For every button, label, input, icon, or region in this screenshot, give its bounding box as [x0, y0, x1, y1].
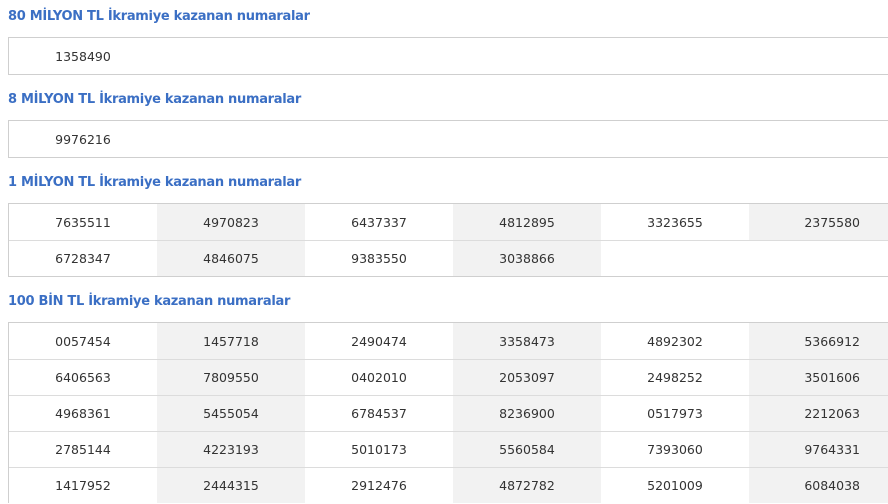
winning-number: 4872782	[453, 468, 601, 503]
winning-number: 0057454	[55, 333, 111, 349]
section-80-milyon: 80 MİLYON TL İkramiye kazanan numaralar …	[8, 8, 888, 75]
winning-number: 6728347	[55, 251, 111, 266]
winning-number: 6084038	[749, 468, 888, 503]
table-row: 2785144 4223193 5010173 5560584 7393060 …	[9, 431, 888, 467]
section-title: 1 MİLYON TL İkramiye kazanan numaralar	[8, 175, 301, 190]
section-1-milyon: 1 MİLYON TL İkramiye kazanan numaralar 7…	[8, 174, 888, 277]
winning-number: 5366912	[749, 323, 888, 359]
winning-number: 0402010	[351, 370, 407, 385]
winning-number: 1417952	[55, 478, 111, 493]
winning-number: 7809550	[157, 360, 305, 395]
section-100-bin: 100 BİN TL İkramiye kazanan numaralar 00…	[8, 293, 888, 503]
table-row: 6728347 4846075 9383550 3038866	[9, 240, 888, 276]
section-title: 8 MİLYON TL İkramiye kazanan numaralar	[8, 92, 301, 107]
winning-number: 1457718	[157, 323, 305, 359]
winning-number: 0517973	[647, 406, 703, 421]
winning-number: 2212063	[749, 396, 888, 431]
section-title: 80 MİLYON TL İkramiye kazanan numaralar	[8, 9, 310, 24]
winning-number: 2490474	[351, 333, 407, 349]
winning-number: 2498252	[647, 370, 703, 385]
table-row: 0057454 1457718 2490474 3358473 4892302 …	[9, 323, 888, 359]
winning-number: 5455054	[157, 396, 305, 431]
winning-number: 5560584	[453, 432, 601, 467]
numbers-table: 7635511 4970823 6437337 4812895 3323655 …	[8, 203, 888, 277]
winning-number: 4812895	[453, 204, 601, 240]
table-row: 4968361 5455054 6784537 8236900 0517973 …	[9, 395, 888, 431]
winning-number: 9976216	[55, 131, 111, 147]
table-row: 9976216	[9, 121, 888, 157]
section-8-milyon: 8 MİLYON TL İkramiye kazanan numaralar 9…	[8, 91, 888, 158]
winning-number: 2375580	[749, 204, 888, 240]
winning-number: 3501606	[749, 360, 888, 395]
table-row: 6406563 7809550 0402010 2053097 2498252 …	[9, 359, 888, 395]
section-title: 100 BİN TL İkramiye kazanan numaralar	[8, 294, 291, 309]
table-row: 1358490	[9, 38, 888, 74]
winning-number: 6784537	[351, 406, 407, 421]
winning-number: 2912476	[351, 478, 407, 493]
winning-number: 9764331	[749, 432, 888, 467]
winning-number: 6437337	[351, 214, 407, 230]
winning-number: 4892302	[647, 333, 703, 349]
winning-number: 5201009	[647, 478, 703, 493]
winning-number: 1358490	[55, 48, 111, 64]
winning-number: 4970823	[157, 204, 305, 240]
winning-number: 3358473	[453, 323, 601, 359]
winning-number: 4968361	[55, 406, 111, 421]
winning-number: 3323655	[647, 214, 703, 230]
winning-number: 7635511	[55, 214, 111, 230]
winning-number: 5010173	[351, 442, 407, 457]
numbers-table: 1358490	[8, 37, 888, 75]
table-row: 1417952 2444315 2912476 4872782 5201009 …	[9, 467, 888, 503]
table-row: 7635511 4970823 6437337 4812895 3323655 …	[9, 204, 888, 240]
winning-number: 8236900	[453, 396, 601, 431]
winning-number: 2444315	[157, 468, 305, 503]
winning-number: 4846075	[157, 241, 305, 276]
winning-number: 2053097	[453, 360, 601, 395]
winning-number: 9383550	[351, 251, 407, 266]
winning-number: 7393060	[647, 442, 703, 457]
winning-number: 3038866	[453, 241, 601, 276]
numbers-table: 0057454 1457718 2490474 3358473 4892302 …	[8, 322, 888, 503]
winning-number: 4223193	[157, 432, 305, 467]
winning-number: 2785144	[55, 442, 111, 457]
numbers-table: 9976216	[8, 120, 888, 158]
winning-number: 6406563	[55, 370, 111, 385]
